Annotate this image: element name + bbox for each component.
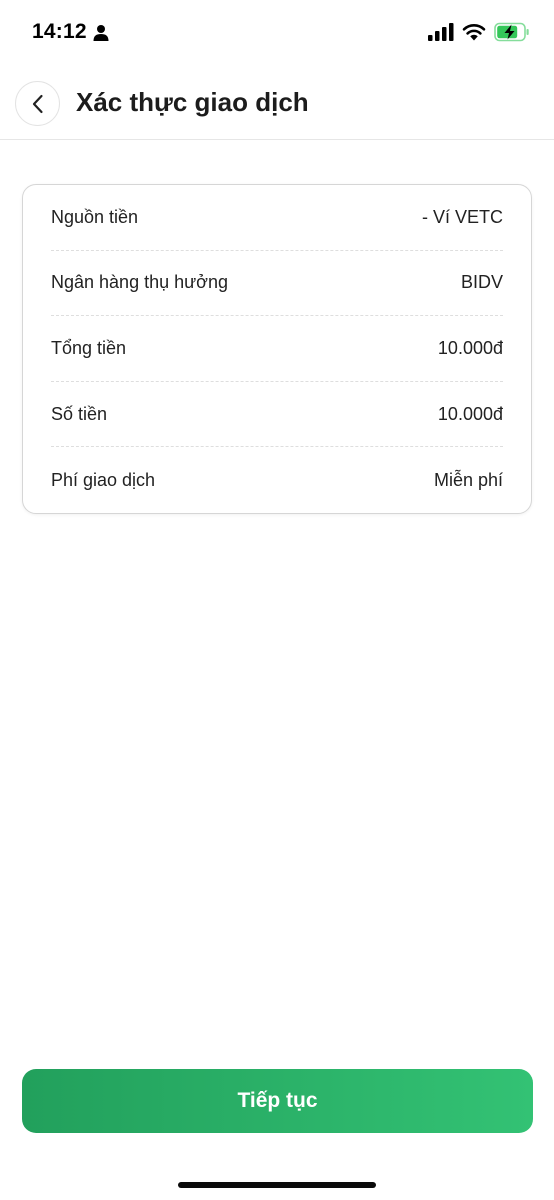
page-title: Xác thực giao dịch — [76, 87, 309, 117]
battery-charging-icon — [494, 22, 529, 42]
detail-value: 10.000đ — [437, 337, 503, 358]
status-time-group: 14:12 — [32, 20, 109, 44]
detail-row-source: Nguồn tiền - Ví VETC — [51, 185, 503, 251]
continue-button[interactable]: Tiếp tục — [22, 1069, 533, 1133]
header: Xác thực giao dịch — [0, 66, 554, 140]
detail-row-beneficiary-bank: Ngân hàng thụ hưởng BIDV — [51, 251, 503, 317]
detail-label: Ngân hàng thụ hưởng — [51, 272, 228, 293]
detail-value: BIDV — [460, 272, 503, 293]
wifi-icon — [462, 24, 486, 41]
detail-label: Tổng tiền — [51, 337, 127, 358]
status-icons — [428, 22, 530, 42]
status-time: 14:12 — [32, 20, 87, 43]
detail-value: Miễn phí — [433, 469, 503, 490]
back-button[interactable] — [15, 81, 60, 126]
detail-row-amount: Số tiền 10.000đ — [51, 382, 503, 448]
screen: 14:12 Xác thực giao dịch Nguồn tiền - Ví… — [0, 0, 554, 1200]
detail-row-total: Tổng tiền 10.000đ — [51, 316, 503, 382]
detail-value: 10.000đ — [437, 403, 503, 424]
chevron-left-icon — [32, 94, 43, 113]
transaction-details-card: Nguồn tiền - Ví VETC Ngân hàng thụ hưởng… — [22, 184, 532, 514]
signal-icon — [428, 23, 454, 41]
detail-label: Nguồn tiền — [51, 206, 139, 227]
detail-label: Số tiền — [51, 403, 108, 424]
home-indicator — [178, 1182, 376, 1188]
person-icon — [93, 24, 109, 41]
status-bar: 14:12 — [0, 0, 554, 66]
detail-value: - Ví VETC — [421, 206, 503, 227]
detail-label: Phí giao dịch — [51, 469, 156, 490]
detail-row-fee: Phí giao dịch Miễn phí — [51, 447, 503, 513]
